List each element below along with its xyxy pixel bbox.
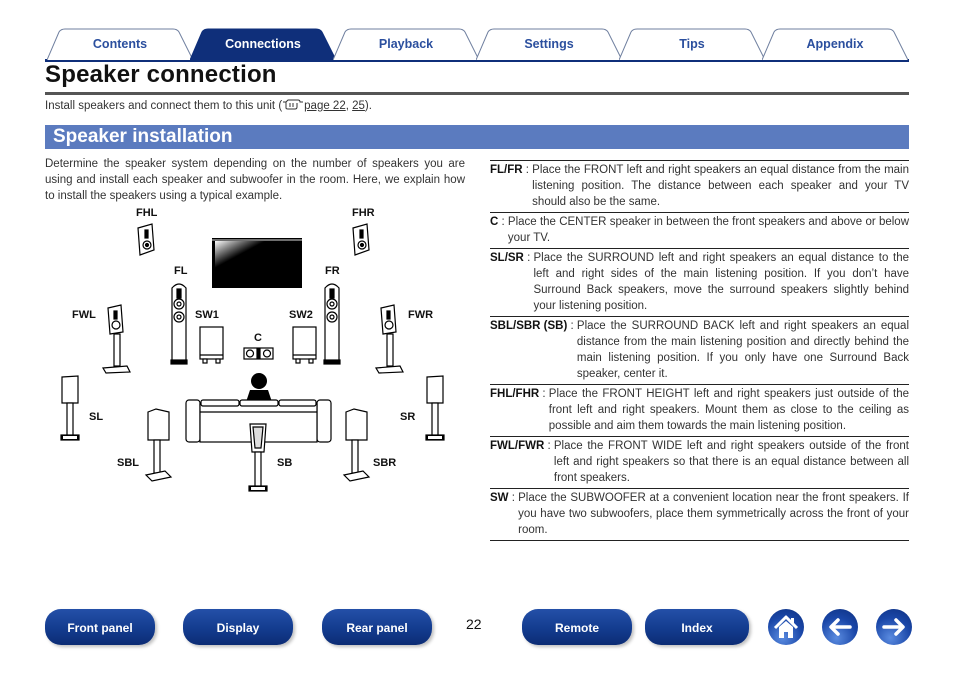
intro-text: Install speakers and connect them to thi… [45,99,372,112]
definition-term: FL/FR [490,164,523,176]
definition-term: FWL/FWR [490,440,545,452]
intro-suffix: ). [364,100,372,112]
hand-pointer-icon [282,99,304,110]
label-fl: FL [174,265,188,277]
speaker-fhl-icon [137,223,155,256]
title-divider [45,92,909,95]
back-arrow-icon [829,618,852,636]
rear-panel-button[interactable]: Rear panel [322,609,432,645]
page-title: Speaker connection [45,61,277,88]
listener-icon [246,373,272,402]
button-label: Index [681,621,713,635]
back-button[interactable] [822,609,858,645]
forward-button[interactable] [876,609,912,645]
button-label: Display [216,621,260,635]
display-button[interactable]: Display [183,609,293,645]
definition-text: Place the FRONT left and right speakers … [532,164,909,208]
label-sw1: SW1 [195,309,219,321]
intro-prefix: Install speakers and connect them to thi… [45,100,283,112]
definition-term: SW [490,492,509,504]
subwoofer-sw2-icon [292,326,317,364]
tab-settings[interactable]: Settings [476,28,622,60]
forward-arrow-icon [882,618,905,636]
page-number: 22 [466,616,482,632]
button-label: Front panel [67,621,133,635]
diagram-canvas [60,223,445,492]
button-label: Remote [554,621,599,635]
speaker-sl-icon [60,375,80,441]
definition-sw: SW : Place the SUBWOOFER at a convenient… [490,488,909,541]
speaker-sbl-icon [144,408,173,482]
label-fwr: FWR [408,309,434,321]
definition-sl-sr: SL/SR : Place the SURROUND left and righ… [490,248,909,316]
definition-text: Place the CENTER speaker in between the … [507,216,909,244]
tab-label: Playback [378,37,434,51]
definition-text: Place the SURROUND BACK left and right s… [576,320,909,380]
section-description: Determine the speaker system depending o… [45,158,465,202]
definition-term: FHL/FHR [490,388,540,400]
speaker-definitions: FL/FR : Place the FRONT left and right s… [490,160,909,541]
tab-label: Connections [225,37,301,51]
definition-text: Place the FRONT WIDE left and right spea… [553,440,909,484]
tab-appendix[interactable]: Appendix [762,28,908,60]
label-sbl: SBL [117,457,139,469]
label-c: C [254,332,262,344]
label-fhr: FHR [352,207,375,219]
definition-text: Place the FRONT HEIGHT left and right sp… [548,388,909,432]
front-panel-button[interactable]: Front panel [45,609,155,645]
tv-icon [212,238,302,288]
page-link-22[interactable]: page 22 [304,100,346,112]
definition-term: C [490,216,499,228]
label-sw2: SW2 [289,309,313,321]
tab-bar: Contents Connections Playback Settings T… [45,26,909,62]
tab-label: Appendix [806,37,864,51]
label-fwl: FWL [72,309,96,321]
definition-term: SL/SR [490,252,524,264]
speaker-sb-icon [248,423,268,492]
label-sb: SB [277,457,293,469]
speaker-fhr-icon [352,223,370,256]
tab-label: Settings [524,37,574,51]
label-sl: SL [89,411,104,423]
definition-sbl-sbr: SBL/SBR (SB) : Place the SURROUND BACK l… [490,316,909,384]
subwoofer-sw1-icon [199,326,224,364]
definition-fl-fr: FL/FR : Place the FRONT left and right s… [490,160,909,212]
label-sbr: SBR [373,457,397,469]
tab-label: Contents [92,37,148,51]
section-header: Speaker installation [45,125,909,149]
home-button[interactable] [768,609,804,645]
speaker-fl-icon [170,283,188,365]
label-sr: SR [400,411,416,423]
tab-connections[interactable]: Connections [190,28,336,60]
tab-label: Tips [679,37,705,51]
tab-tips[interactable]: Tips [619,28,765,60]
label-fr: FR [325,265,340,277]
speaker-fr-icon [323,283,341,365]
definition-text: Place the SUBWOOFER at a convenient loca… [518,492,909,536]
definition-fwl-fwr: FWL/FWR : Place the FRONT WIDE left and … [490,436,909,488]
speaker-fwr-icon [374,304,404,374]
label-fhl: FHL [136,207,158,219]
definition-text: Place the SURROUND left and right speake… [533,252,909,312]
definition-c: C : Place the CENTER speaker in between … [490,212,909,248]
definition-term: SBL/SBR (SB) [490,320,568,332]
section-title: Speaker installation [53,126,233,147]
index-button[interactable]: Index [645,609,749,645]
home-icon [773,615,799,638]
button-label: Rear panel [346,621,408,635]
tab-contents[interactable]: Contents [47,28,193,60]
page-link-25[interactable]: 25 [352,100,365,112]
speaker-fwl-icon [101,304,131,374]
speaker-sr-icon [425,375,445,441]
speaker-layout-diagram: FHL FHR FL FR FWL FWR SW1 SW2 C SL SR SB… [55,200,465,500]
remote-button[interactable]: Remote [522,609,632,645]
speaker-sbr-icon [342,408,371,482]
definition-fhl-fhr: FHL/FHR : Place the FRONT HEIGHT left an… [490,384,909,436]
tab-playback[interactable]: Playback [333,28,479,60]
speaker-center-icon [243,347,274,360]
